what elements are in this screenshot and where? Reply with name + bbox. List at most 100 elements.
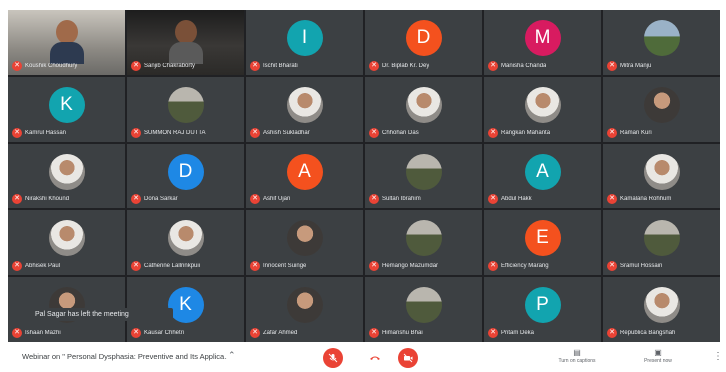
mic-muted-icon: ✕ [131, 328, 141, 338]
mic-muted-icon: ✕ [488, 194, 498, 205]
hang-up-button[interactable] [365, 348, 385, 368]
participant-name: Ashish Sukladhar [263, 129, 310, 136]
participant-tile[interactable]: ✕ Sramul Hossain [603, 210, 720, 276]
participant-tile[interactable]: ✕ Himanshu Bhai [365, 277, 482, 342]
captions-button[interactable]: ▤ Turn on captions [557, 348, 597, 364]
participant-tile[interactable]: K ✕ Kamrul Hassan [8, 76, 125, 142]
tile-footer: ✕ Catherine Lallrinkpuii [131, 260, 240, 272]
mic-muted-icon: ✕ [12, 60, 22, 71]
participant-tile[interactable]: P ✕ Pritam Deka [484, 277, 601, 342]
participant-tile[interactable]: ✕ Republica Bangshah [603, 277, 720, 342]
tile-footer: ✕ SUMMON RAJ DUTTA [131, 127, 240, 139]
participant-tile[interactable]: ✕ Sultan Ibrahim [365, 143, 482, 209]
mic-muted-icon: ✕ [12, 127, 22, 138]
participant-tile[interactable]: ✕ Kamalana Rohhum [603, 143, 720, 209]
profile-photo-avatar [48, 153, 85, 190]
participant-tile[interactable]: ✕ Mitra Manju [603, 10, 720, 75]
participant-name: Zafar Ahmed [263, 330, 298, 336]
participant-tile[interactable]: ✕ Koushik Choudhury [8, 10, 125, 75]
mic-muted-icon: ✕ [131, 194, 141, 205]
profile-photo-avatar [643, 220, 680, 257]
tile-footer: ✕ Sultan Ibrahim [369, 193, 478, 205]
tile-footer: ✕ Efficiency Marang [488, 260, 597, 272]
participant-tile[interactable]: ✕ Abhisek Paul [8, 210, 125, 276]
participant-name: Hemango Mazumdar [382, 263, 439, 270]
tile-footer: ✕ Sanjib Chakraborty [131, 60, 240, 72]
profile-photo-avatar [167, 86, 204, 123]
participant-name: Koushik Choudhury [25, 62, 78, 69]
present-now-button[interactable]: ▣ Present now [638, 348, 678, 364]
mic-muted-icon: ✕ [131, 127, 141, 138]
participant-tile[interactable]: A ✕ Ashif Ujan [246, 143, 363, 209]
participant-tile[interactable]: ✕ Hemango Mazumdar [365, 210, 482, 276]
profile-photo-avatar [405, 220, 442, 257]
participant-name: Dona Sarkar [144, 196, 178, 203]
mic-muted-icon: ✕ [369, 194, 379, 205]
camera-off-icon [403, 353, 413, 363]
participant-grid: ✕ Koushik Choudhury ✕ Sanjib Chakraborty I ✕ I… [8, 10, 720, 342]
present-icon: ▣ [654, 348, 662, 357]
participant-tile[interactable]: ✕ Nirakshi Khound [8, 143, 125, 209]
letter-avatar: I [286, 20, 323, 56]
more-options-icon[interactable]: ⋮ [713, 351, 723, 362]
letter-avatar: P [524, 287, 561, 324]
participant-name: Kamrul Hassan [25, 129, 67, 136]
participant-tile[interactable]: E ✕ Efficiency Marang [484, 210, 601, 276]
tile-footer: ✕ Republica Bangshah [607, 327, 716, 339]
tile-footer: ✕ Pritam Deka [488, 327, 597, 339]
participant-tile[interactable]: ✕ Rangkan Mahanta [484, 76, 601, 142]
letter-avatar: D [167, 153, 204, 190]
letter-avatar: D [405, 20, 442, 56]
tile-footer: ✕ Ischit Bharati [250, 60, 359, 72]
profile-photo-avatar [286, 86, 323, 123]
captions-icon: ▤ [573, 348, 581, 357]
mic-muted-icon: ✕ [250, 194, 260, 205]
participant-tile[interactable]: ✕ Raman Kuri [603, 76, 720, 142]
tile-footer: ✕ Dona Sarkar [131, 193, 240, 205]
mic-muted-icon: ✕ [488, 60, 498, 71]
mic-muted-icon: ✕ [607, 194, 617, 205]
participant-name: Innocent Suinge [263, 263, 307, 270]
participant-name: Abdul Hakk [501, 196, 532, 203]
profile-photo-avatar [405, 153, 442, 190]
tile-footer: ✕ Ishaan Mazhi [12, 327, 121, 339]
participant-tile[interactable]: A ✕ Abdul Hakk [484, 143, 601, 209]
participant-name: Kamalana Rohhum [620, 196, 672, 203]
tile-footer: ✕ Rangkan Mahanta [488, 127, 597, 139]
mic-muted-icon: ✕ [607, 60, 617, 71]
mic-off-icon [328, 353, 338, 363]
profile-photo-avatar [286, 220, 323, 257]
mic-muted-icon: ✕ [369, 60, 379, 71]
participant-name: Sanjib Chakraborty [144, 62, 196, 69]
profile-photo-avatar [643, 287, 680, 324]
participant-name: Sultan Ibrahim [382, 196, 421, 203]
participant-tile[interactable]: ✕ Sanjib Chakraborty [127, 10, 244, 75]
participant-tile[interactable]: M ✕ Manisha Chanda [484, 10, 601, 75]
participant-tile[interactable]: ✕ Ashish Sukladhar [246, 76, 363, 142]
participant-tile[interactable]: ✕ Catherine Lallrinkpuii [127, 210, 244, 276]
mic-muted-icon: ✕ [250, 261, 260, 272]
camera-off-button[interactable] [398, 348, 418, 368]
participant-tile[interactable]: D ✕ Dr. Biplab Kr. Dey [365, 10, 482, 75]
participant-tile[interactable]: ✕ SUMMON RAJ DUTTA [127, 76, 244, 142]
participant-tile[interactable]: ✕ Innocent Suinge [246, 210, 363, 276]
profile-photo-avatar [48, 220, 85, 257]
participant-name: Nirakshi Khound [25, 196, 70, 203]
present-label: Present now [644, 358, 672, 364]
profile-photo-avatar [524, 86, 561, 123]
participant-tile[interactable]: I ✕ Ischit Bharati [246, 10, 363, 75]
participant-tile[interactable]: ✕ Zafar Ahmed [246, 277, 363, 342]
letter-avatar: A [524, 153, 561, 190]
mic-off-button[interactable] [323, 348, 343, 368]
tile-footer: ✕ Ashish Sukladhar [250, 127, 359, 139]
letter-avatar: K [48, 86, 85, 123]
participant-tile[interactable]: D ✕ Dona Sarkar [127, 143, 244, 209]
participant-name: Efficiency Marang [501, 263, 549, 270]
chevron-up-icon[interactable]: ⌃ [228, 350, 236, 361]
mic-muted-icon: ✕ [12, 328, 22, 338]
left-meeting-toast: Pal Sagar has left the meeting [30, 308, 173, 321]
participant-name: Republica Bangshah [620, 330, 676, 336]
tile-footer: ✕ Nirakshi Khound [12, 193, 121, 205]
participant-tile[interactable]: ✕ Chhohan Das [365, 76, 482, 142]
meeting-title[interactable]: Webinar on " Personal Dysphasia: Prevent… [22, 352, 227, 361]
